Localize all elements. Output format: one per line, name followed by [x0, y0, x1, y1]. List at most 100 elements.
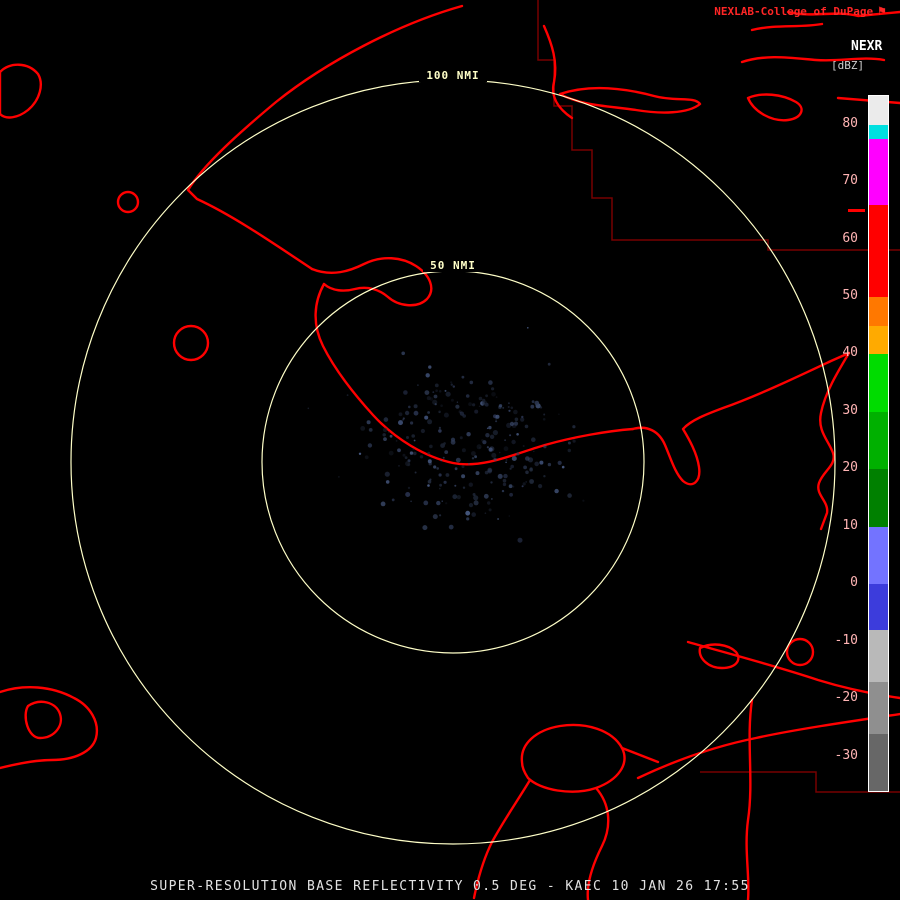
echo-pixel	[508, 406, 510, 408]
echo-pixel	[482, 440, 486, 444]
echo-pixel	[460, 436, 463, 439]
echo-pixel	[477, 444, 482, 449]
echo-pixel	[446, 473, 450, 477]
echo-pixel	[453, 385, 455, 387]
echo-pixel	[525, 425, 529, 429]
echo-pixel	[439, 427, 441, 429]
echo-pixel	[538, 484, 542, 488]
echo-pixel	[407, 463, 410, 466]
echo-pixel	[405, 492, 410, 497]
echo-pixel	[529, 468, 533, 472]
echo-pixel	[443, 457, 445, 459]
echo-pixel	[440, 460, 442, 462]
echo-pixel	[479, 406, 481, 408]
echo-pixel	[470, 381, 474, 385]
colorbar-band	[869, 734, 888, 791]
echo-pixel	[408, 406, 411, 409]
echo-pixel	[543, 475, 545, 477]
echo-pixel	[451, 399, 454, 402]
colorbar-tick-label: 10	[818, 518, 858, 534]
echo-pixel	[473, 495, 478, 500]
echo-pixel	[554, 489, 558, 493]
echo-pixel	[383, 428, 387, 432]
echo-pixel	[471, 451, 476, 456]
echo-pixel	[471, 512, 476, 517]
echo-pixel	[474, 455, 477, 458]
echo-pixel	[383, 433, 386, 436]
echo-pixel	[482, 401, 487, 406]
echo-pixel	[389, 451, 394, 456]
echo-pixel	[439, 390, 442, 393]
echo-pixel	[499, 404, 502, 407]
echo-pixel	[488, 426, 491, 429]
echo-pixel	[435, 384, 439, 388]
echo-pixel	[410, 501, 412, 503]
echo-pixel	[503, 474, 507, 478]
echo-pixel	[403, 454, 406, 457]
echo-pixel	[434, 395, 438, 399]
echo-pixel	[413, 448, 415, 450]
echo-pixel	[462, 465, 465, 468]
echo-pixel	[518, 538, 523, 543]
echo-pixel	[414, 411, 419, 416]
colorbar-band	[869, 205, 888, 297]
echo-pixel	[461, 474, 465, 478]
echo-pixel	[457, 402, 458, 403]
echo-pixel	[465, 511, 470, 516]
flag-icon: ⚑	[878, 6, 886, 17]
echo-pixel	[359, 453, 361, 455]
echo-pixel	[405, 456, 408, 459]
echo-pixel	[509, 434, 511, 436]
echo-pixel	[512, 456, 517, 461]
colorbar-tick-label: 60	[818, 231, 858, 247]
echo-pixel	[487, 469, 492, 474]
echo-pixel	[440, 404, 443, 407]
colorbar-tick-label: 0	[818, 575, 858, 591]
echo-pixel	[468, 402, 472, 406]
radar-map: 100 NMI 50 NMI	[0, 0, 900, 900]
echo-pixel	[543, 418, 546, 421]
echo-pixel	[487, 428, 489, 430]
echo-pixel	[417, 384, 419, 386]
echo-pixel	[582, 500, 584, 502]
echo-pixel	[452, 494, 457, 499]
echo-pixel	[422, 525, 427, 530]
echo-pixel	[462, 448, 466, 452]
echo-pixel	[523, 445, 525, 447]
echo-pixel	[543, 445, 546, 448]
echo-pixel	[487, 446, 489, 448]
echo-pixel	[510, 468, 512, 470]
echo-pixel	[444, 413, 449, 418]
echo-pixel	[445, 502, 447, 504]
echo-pixel	[435, 403, 437, 405]
colorbar-tick-label: 80	[818, 116, 858, 132]
echo-pixel	[511, 440, 515, 444]
echo-pixel	[472, 457, 474, 459]
echo-pixel	[451, 440, 456, 445]
echo-pixel	[479, 397, 483, 401]
echo-pixel	[523, 482, 526, 485]
colorbar-tick-label: -30	[818, 748, 858, 764]
echo-pixel	[479, 447, 481, 449]
echo-pixel	[433, 465, 436, 468]
echo-pixel	[439, 484, 442, 487]
echo-pixel	[427, 452, 430, 455]
echo-pixel	[466, 432, 470, 436]
echo-pixel	[406, 436, 409, 439]
echo-pixel	[506, 459, 508, 461]
echo-pixel	[527, 327, 529, 329]
colorbar-tick-label: 30	[818, 403, 858, 419]
brand: NEXLAB-College of DuPage ⚑	[714, 5, 886, 18]
echo-pixel	[463, 487, 465, 489]
echo-pixel	[439, 488, 441, 490]
echo-pixel	[496, 415, 500, 419]
echo-pixel	[428, 365, 431, 368]
echo-pixel	[390, 435, 393, 438]
echo-pixel	[491, 453, 496, 458]
echo-pixel	[548, 463, 551, 466]
range-ring-label-50: 50 NMI	[430, 259, 476, 272]
echo-pixel	[428, 459, 432, 463]
echo-pixel	[499, 452, 501, 454]
echo-pixel	[411, 434, 415, 438]
echo-pixel	[485, 512, 487, 514]
